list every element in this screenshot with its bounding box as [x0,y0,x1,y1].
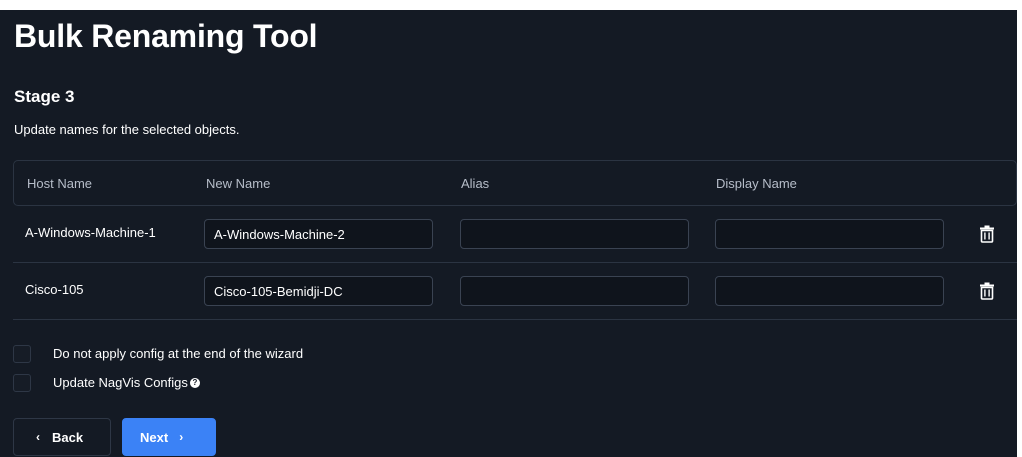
header-alias: Alias [461,176,490,191]
alias-input[interactable] [460,219,689,249]
question-circle-icon[interactable]: ? [189,378,200,388]
no-apply-config-checkbox[interactable] [13,345,31,363]
new-name-input[interactable] [204,276,433,306]
trash-icon[interactable] [979,282,995,300]
chevron-left-icon: ‹ [36,430,40,444]
trash-icon[interactable] [979,225,995,243]
update-nagvis-option[interactable]: Update NagVis Configs ? [13,373,200,393]
chevron-right-icon: › [179,430,184,444]
host-name-cell: A-Windows-Machine-1 [25,225,156,240]
alias-input[interactable] [460,276,689,306]
table-row: Cisco-105 [13,263,1017,320]
next-button[interactable]: Next › [122,418,216,456]
no-apply-config-label: Do not apply config at the end of the wi… [53,346,304,361]
update-nagvis-label: Update NagVis Configs [53,375,188,390]
display-name-input[interactable] [715,219,944,249]
header-host-name: Host Name [27,176,93,191]
back-button-label: Back [52,429,84,445]
stage-description: Update names for the selected objects. [14,122,240,137]
wizard-page: Bulk Renaming Tool Stage 3 Update names … [0,10,1017,457]
table-row: A-Windows-Machine-1 [13,206,1017,263]
back-button[interactable]: ‹ Back [13,418,111,456]
header-new-name: New Name [206,176,271,191]
new-name-input[interactable] [204,219,433,249]
table-header: Host Name New Name Alias Display Name [13,160,1017,206]
host-name-cell: Cisco-105 [25,282,84,297]
page-title: Bulk Renaming Tool [14,18,318,54]
update-nagvis-checkbox[interactable] [13,374,31,392]
rename-table: Host Name New Name Alias Display Name A-… [13,160,1017,320]
display-name-input[interactable] [715,276,944,306]
next-button-label: Next [140,429,169,445]
no-apply-config-option[interactable]: Do not apply config at the end of the wi… [13,344,303,364]
header-display-name: Display Name [716,176,797,191]
stage-title: Stage 3 [14,87,75,106]
